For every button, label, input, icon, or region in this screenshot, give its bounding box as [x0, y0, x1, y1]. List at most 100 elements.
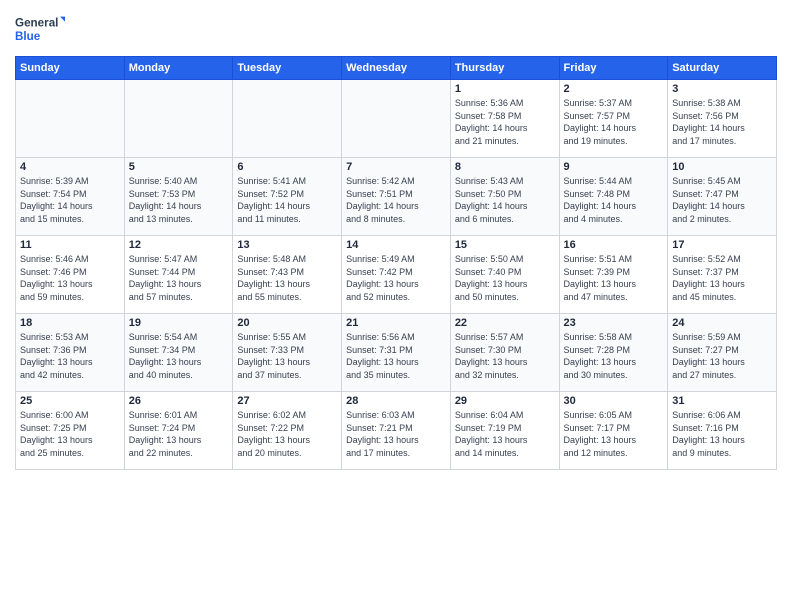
- calendar-cell: 4Sunrise: 5:39 AM Sunset: 7:54 PM Daylig…: [16, 158, 125, 236]
- calendar-cell: [16, 80, 125, 158]
- day-number: 10: [672, 161, 772, 173]
- calendar-week-2: 4Sunrise: 5:39 AM Sunset: 7:54 PM Daylig…: [16, 158, 777, 236]
- day-info: Sunrise: 5:38 AM Sunset: 7:56 PM Dayligh…: [672, 97, 772, 147]
- day-number: 18: [20, 317, 120, 329]
- calendar-cell: 27 Sunrise: 6:02 AM Sunset: 7:22 PM Dayli…: [233, 392, 342, 470]
- calendar-cell: 5 Sunrise: 5:40 AM Sunset: 7:53 PM Daylig…: [124, 158, 233, 236]
- calendar-cell: 24 Sunrise: 5:59 AM Sunset: 7:27 PM Dayli…: [668, 314, 777, 392]
- day-info: Sunrise: 5:46 AM Sunset: 7:46 PM Dayligh…: [20, 253, 120, 303]
- calendar-cell: 26 Sunrise: 6:01 AM Sunset: 7:24 PM Dayli…: [124, 392, 233, 470]
- day-number: 31: [672, 395, 772, 407]
- day-info: Sunrise: 6:03 AM Sunset: 7:21 PM Dayligh…: [346, 409, 446, 459]
- calendar-cell: [342, 80, 451, 158]
- day-number: 5: [129, 161, 229, 173]
- day-number: 8: [455, 161, 555, 173]
- day-number: 19: [129, 317, 229, 329]
- calendar-cell: 9 Sunrise: 5:44 AM Sunset: 7:48 PM Daylig…: [559, 158, 668, 236]
- day-number: 3: [672, 83, 772, 95]
- day-number: 28: [346, 395, 446, 407]
- day-info: Sunrise: 5:49 AM Sunset: 7:42 PM Dayligh…: [346, 253, 446, 303]
- calendar-week-1: 1 Sunrise: 5:36 AM Sunset: 7:58 PM Daylig…: [16, 80, 777, 158]
- day-number: 17: [672, 239, 772, 251]
- day-number: 26: [129, 395, 229, 407]
- calendar-cell: 29Sunrise: 6:04 AM Sunset: 7:19 PM Dayli…: [450, 392, 559, 470]
- day-info: Sunrise: 5:54 AM Sunset: 7:34 PM Dayligh…: [129, 331, 229, 381]
- day-info: Sunrise: 5:48 AM Sunset: 7:43 PM Dayligh…: [237, 253, 337, 303]
- calendar-cell: 2 Sunrise: 5:37 AM Sunset: 7:57 PM Daylig…: [559, 80, 668, 158]
- calendar-cell: 10 Sunrise: 5:45 AM Sunset: 7:47 PM Dayli…: [668, 158, 777, 236]
- calendar-cell: 23 Sunrise: 5:58 AM Sunset: 7:28 PM Dayli…: [559, 314, 668, 392]
- day-info: Sunrise: 6:01 AM Sunset: 7:24 PM Dayligh…: [129, 409, 229, 459]
- day-number: 27: [237, 395, 337, 407]
- calendar-cell: 30 Sunrise: 6:05 AM Sunset: 7:17 PM Dayli…: [559, 392, 668, 470]
- calendar-cell: 3 Sunrise: 5:38 AM Sunset: 7:56 PM Daylig…: [668, 80, 777, 158]
- logo-svg: General Blue: [15, 10, 65, 50]
- day-info: Sunrise: 5:58 AM Sunset: 7:28 PM Dayligh…: [564, 331, 664, 381]
- day-info: Sunrise: 5:36 AM Sunset: 7:58 PM Dayligh…: [455, 97, 555, 147]
- calendar-cell: 13 Sunrise: 5:48 AM Sunset: 7:43 PM Dayli…: [233, 236, 342, 314]
- calendar-cell: 7Sunrise: 5:42 AM Sunset: 7:51 PM Daylig…: [342, 158, 451, 236]
- weekday-header-wednesday: Wednesday: [342, 57, 451, 80]
- calendar-cell: 14 Sunrise: 5:49 AM Sunset: 7:42 PM Dayli…: [342, 236, 451, 314]
- weekday-header-saturday: Saturday: [668, 57, 777, 80]
- calendar-cell: 1 Sunrise: 5:36 AM Sunset: 7:58 PM Daylig…: [450, 80, 559, 158]
- calendar-cell: 20 Sunrise: 5:55 AM Sunset: 7:33 PM Dayli…: [233, 314, 342, 392]
- calendar-page: General Blue SundayMondayTuesdayWednesda…: [0, 0, 792, 612]
- day-number: 22: [455, 317, 555, 329]
- day-info: Sunrise: 6:05 AM Sunset: 7:17 PM Dayligh…: [564, 409, 664, 459]
- weekday-header-tuesday: Tuesday: [233, 57, 342, 80]
- calendar-cell: 15Sunrise: 5:50 AM Sunset: 7:40 PM Dayli…: [450, 236, 559, 314]
- weekday-header-friday: Friday: [559, 57, 668, 80]
- day-info: Sunrise: 5:56 AM Sunset: 7:31 PM Dayligh…: [346, 331, 446, 381]
- day-info: Sunrise: 6:06 AM Sunset: 7:16 PM Dayligh…: [672, 409, 772, 459]
- day-info: Sunrise: 5:44 AM Sunset: 7:48 PM Dayligh…: [564, 175, 664, 225]
- svg-text:General: General: [15, 17, 58, 30]
- day-info: Sunrise: 5:40 AM Sunset: 7:53 PM Dayligh…: [129, 175, 229, 225]
- day-number: 11: [20, 239, 120, 251]
- day-info: Sunrise: 5:55 AM Sunset: 7:33 PM Dayligh…: [237, 331, 337, 381]
- calendar-cell: 8 Sunrise: 5:43 AM Sunset: 7:50 PM Daylig…: [450, 158, 559, 236]
- calendar-cell: 17Sunrise: 5:52 AM Sunset: 7:37 PM Dayli…: [668, 236, 777, 314]
- day-info: Sunrise: 5:37 AM Sunset: 7:57 PM Dayligh…: [564, 97, 664, 147]
- weekday-header-sunday: Sunday: [16, 57, 125, 80]
- day-number: 30: [564, 395, 664, 407]
- weekday-header-monday: Monday: [124, 57, 233, 80]
- calendar-week-3: 11 Sunrise: 5:46 AM Sunset: 7:46 PM Dayli…: [16, 236, 777, 314]
- day-number: 15: [455, 239, 555, 251]
- logo: General Blue: [15, 10, 65, 50]
- calendar-cell: 6 Sunrise: 5:41 AM Sunset: 7:52 PM Daylig…: [233, 158, 342, 236]
- day-number: 4: [20, 161, 120, 173]
- day-info: Sunrise: 5:59 AM Sunset: 7:27 PM Dayligh…: [672, 331, 772, 381]
- day-number: 23: [564, 317, 664, 329]
- day-info: Sunrise: 5:51 AM Sunset: 7:39 PM Dayligh…: [564, 253, 664, 303]
- day-info: Sunrise: 5:43 AM Sunset: 7:50 PM Dayligh…: [455, 175, 555, 225]
- day-number: 21: [346, 317, 446, 329]
- day-number: 24: [672, 317, 772, 329]
- day-number: 9: [564, 161, 664, 173]
- calendar-cell: 28 Sunrise: 6:03 AM Sunset: 7:21 PM Dayli…: [342, 392, 451, 470]
- day-info: Sunrise: 5:47 AM Sunset: 7:44 PM Dayligh…: [129, 253, 229, 303]
- day-number: 25: [20, 395, 120, 407]
- calendar-week-4: 18 Sunrise: 5:53 AM Sunset: 7:36 PM Dayli…: [16, 314, 777, 392]
- day-info: Sunrise: 5:45 AM Sunset: 7:47 PM Dayligh…: [672, 175, 772, 225]
- day-info: Sunrise: 5:53 AM Sunset: 7:36 PM Dayligh…: [20, 331, 120, 381]
- day-number: 20: [237, 317, 337, 329]
- calendar-cell: [124, 80, 233, 158]
- svg-text:Blue: Blue: [15, 30, 41, 43]
- day-number: 1: [455, 83, 555, 95]
- day-info: Sunrise: 5:57 AM Sunset: 7:30 PM Dayligh…: [455, 331, 555, 381]
- calendar-cell: 31 Sunrise: 6:06 AM Sunset: 7:16 PM Dayli…: [668, 392, 777, 470]
- calendar-table: SundayMondayTuesdayWednesdayThursdayFrid…: [15, 56, 777, 470]
- day-number: 14: [346, 239, 446, 251]
- day-number: 13: [237, 239, 337, 251]
- day-number: 16: [564, 239, 664, 251]
- day-number: 2: [564, 83, 664, 95]
- day-number: 12: [129, 239, 229, 251]
- day-info: Sunrise: 6:02 AM Sunset: 7:22 PM Dayligh…: [237, 409, 337, 459]
- calendar-cell: 25Sunrise: 6:00 AM Sunset: 7:25 PM Dayli…: [16, 392, 125, 470]
- day-number: 6: [237, 161, 337, 173]
- day-info: Sunrise: 5:42 AM Sunset: 7:51 PM Dayligh…: [346, 175, 446, 225]
- calendar-cell: 11 Sunrise: 5:46 AM Sunset: 7:46 PM Dayli…: [16, 236, 125, 314]
- calendar-week-5: 25Sunrise: 6:00 AM Sunset: 7:25 PM Dayli…: [16, 392, 777, 470]
- day-info: Sunrise: 5:41 AM Sunset: 7:52 PM Dayligh…: [237, 175, 337, 225]
